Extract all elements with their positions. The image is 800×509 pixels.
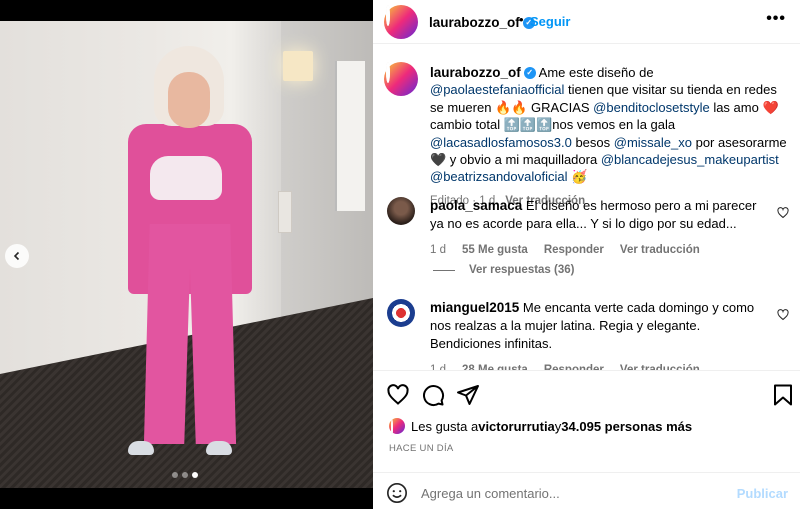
reply-button[interactable]: Responder: [544, 241, 604, 259]
comment-input[interactable]: [421, 482, 721, 504]
commenter-avatar[interactable]: [387, 197, 415, 225]
comment-time: 1 d: [430, 364, 446, 370]
more-options-icon[interactable]: •••: [766, 10, 786, 28]
see-translation-link[interactable]: Ver traducción: [620, 361, 700, 370]
caption-username[interactable]: laurabozzo_of ✓: [430, 65, 536, 80]
likes-summary[interactable]: Les gusta a victorurrutia y 34.095 perso…: [389, 418, 692, 436]
comment-body: paola_samaca El diseño es hermoso pero a…: [430, 197, 766, 259]
separator-dot: •: [519, 12, 524, 27]
liker-username[interactable]: victorurrutia: [478, 419, 555, 434]
wall-lamp: [283, 51, 313, 81]
post-comment-button[interactable]: Publicar: [737, 486, 788, 501]
comments-scroll-area[interactable]: laurabozzo_of ✓ Ame este diseño de @paola…: [373, 45, 800, 370]
commenter-avatar[interactable]: [387, 299, 415, 327]
comment-like-heart-icon[interactable]: [777, 207, 789, 222]
caption-text: besos: [571, 134, 614, 150]
view-replies-link[interactable]: Ver respuestas (36): [433, 264, 574, 276]
comment-icon[interactable]: [421, 383, 445, 407]
comment-time: 1 d: [430, 244, 446, 256]
comment-meta: 1 d 28 Me gusta Responder Ver traducción: [430, 361, 766, 370]
add-comment-bar: Publicar: [373, 472, 800, 509]
replies-divider: [433, 269, 455, 271]
chevron-left-icon[interactable]: [5, 244, 29, 268]
comment-likes[interactable]: 28 Me gusta: [462, 361, 528, 370]
caption-avatar[interactable]: [384, 62, 418, 96]
verified-icon: ✓: [523, 67, 536, 80]
view-replies-label: Ver respuestas (36): [469, 264, 575, 276]
carousel-dot: [182, 472, 188, 478]
post-actions: Les gusta a victorurrutia y 34.095 perso…: [373, 370, 800, 509]
reply-button[interactable]: Responder: [544, 361, 604, 370]
comment-username[interactable]: paola_samaca: [430, 198, 522, 213]
pink-pants: [143, 224, 237, 444]
see-translation-link[interactable]: Ver traducción: [620, 241, 700, 259]
comment-username[interactable]: mianguel2015: [430, 300, 519, 315]
caption-text: 🥳: [567, 169, 588, 185]
emoji-icon[interactable]: [386, 482, 408, 504]
pink-jacket: [128, 124, 252, 294]
post-photo[interactable]: [0, 21, 373, 488]
comment-meta: 1 d 55 Me gusta Responder Ver traducción: [430, 241, 766, 259]
wall-switch: [278, 191, 292, 233]
post-timestamp: HACE UN DÍA: [389, 443, 454, 454]
likes-prefix: Les gusta a: [411, 418, 479, 434]
post-header: laurabozzo_of ✓ • Seguir •••: [373, 0, 800, 44]
comment-like-heart-icon[interactable]: [777, 309, 789, 324]
heart-icon[interactable]: [386, 383, 410, 407]
mention-link[interactable]: @beatrizsandovaloficial: [430, 169, 568, 184]
send-icon[interactable]: [456, 383, 480, 407]
comment-likes[interactable]: 55 Me gusta: [462, 241, 528, 259]
liker-avatar: [389, 418, 405, 436]
person-figure: [120, 46, 260, 466]
caption-body: laurabozzo_of ✓ Ame este diseño de @paola…: [430, 64, 790, 210]
mention-link[interactable]: @missale_xo: [614, 135, 692, 150]
mention-link[interactable]: @paolaestefaniaofficial: [430, 82, 564, 97]
carousel-dot-active: [192, 472, 198, 478]
right-shoe: [206, 441, 232, 455]
carousel-dot: [172, 472, 178, 478]
follow-button[interactable]: Seguir: [530, 14, 570, 29]
mention-link[interactable]: @blancadejesus_makeupartist: [601, 152, 779, 167]
mention-link[interactable]: @lacasadlosfamosos3.0: [430, 135, 572, 150]
post-media: [0, 0, 373, 509]
post-details-panel: laurabozzo_of ✓ • Seguir ••• laurabozzo_o…: [373, 0, 800, 509]
caption-text: Ame este diseño de: [535, 65, 654, 80]
carousel-dots: [172, 472, 198, 478]
face: [168, 72, 210, 128]
mention-link[interactable]: @benditoclosetstyle: [593, 100, 710, 115]
avatar[interactable]: [384, 5, 418, 39]
left-shoe: [128, 441, 154, 455]
lace-top: [150, 156, 222, 200]
bookmark-icon[interactable]: [771, 383, 795, 407]
likes-count[interactable]: 34.095 personas más: [561, 419, 692, 434]
comment-body: mianguel2015 Me encanta verte cada domin…: [430, 299, 766, 370]
door-background: [335, 61, 365, 211]
